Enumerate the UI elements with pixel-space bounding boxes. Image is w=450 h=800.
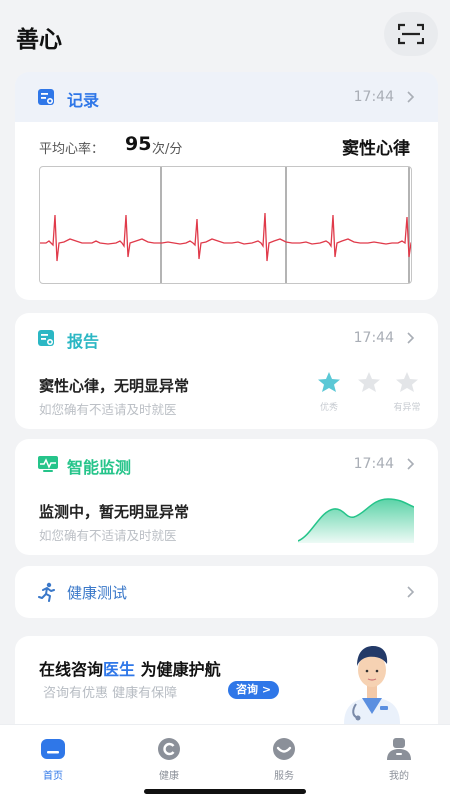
monitor-card-header[interactable]: 智能监测 17:44 <box>15 439 438 489</box>
running-icon <box>38 582 55 602</box>
record-icon <box>38 89 54 105</box>
tab-profile[interactable]: 我的 <box>369 737 429 782</box>
health-icon <box>158 738 180 760</box>
app-title: 善心 <box>16 27 62 53</box>
record-title: 记录 <box>67 91 100 110</box>
monitor-trend-wave <box>298 498 414 543</box>
tab-home-label: 首页 <box>43 771 63 782</box>
health-test-card[interactable]: 健康测试 <box>15 566 438 618</box>
tab-health-label: 健康 <box>159 771 179 782</box>
rhythm-result: 窦性心律 <box>342 139 410 159</box>
rating-star-3: 有异常 <box>392 371 422 413</box>
chevron-right-icon <box>407 332 415 344</box>
consult-title-highlight: 医生 <box>103 660 136 679</box>
tab-home[interactable]: 首页 <box>23 737 83 782</box>
avg-hr-value: 95 <box>125 133 152 155</box>
rating-label-abnormal: 有异常 <box>393 403 421 413</box>
scan-icon <box>398 23 424 45</box>
home-icon <box>41 739 65 759</box>
consult-banner[interactable]: 在线咨询医生 为健康护航 咨询有优惠 健康有保障 咨询 > <box>15 636 438 724</box>
avg-hr-unit: 次/分 <box>152 142 183 157</box>
report-title: 报告 <box>67 332 100 351</box>
consult-subtitle: 咨询有优惠 健康有保障 <box>43 686 178 701</box>
health-test-title: 健康测试 <box>67 584 128 602</box>
tab-health[interactable]: 健康 <box>139 737 199 782</box>
monitor-icon <box>38 456 58 472</box>
star-icon <box>358 372 380 392</box>
profile-icon <box>387 738 411 760</box>
report-result: 窦性心律，无明显异常 <box>39 377 190 395</box>
rating-star-2 <box>354 371 384 400</box>
record-card[interactable]: 记录 17:44 平均心率： 95 次/分 窦性心律 <box>15 72 438 300</box>
tab-service-label: 服务 <box>274 771 294 782</box>
tab-service[interactable]: 服务 <box>254 737 314 782</box>
home-indicator <box>144 789 306 794</box>
star-icon <box>396 372 418 392</box>
report-advice: 如您确有不适请及时就医 <box>39 402 177 417</box>
report-icon <box>38 330 54 346</box>
chevron-right-icon <box>407 458 415 470</box>
rating-label-good: 优秀 <box>319 403 338 413</box>
consult-title: 在线咨询医生 为健康护航 <box>39 656 221 680</box>
report-card-header[interactable]: 报告 17:44 <box>15 313 438 363</box>
monitor-card[interactable]: 智能监测 17:44 监测中，暂无明显异常 如您确有不适请及时就医 <box>15 439 438 555</box>
rating-stars: 优秀 有异常 <box>314 371 424 421</box>
consult-title-suffix: 为健康护航 <box>135 660 221 679</box>
tab-profile-label: 我的 <box>389 771 409 782</box>
chevron-right-icon <box>407 91 415 103</box>
rating-star-1: 优秀 <box>314 371 344 413</box>
report-card[interactable]: 报告 17:44 窦性心律，无明显异常 如您确有不适请及时就医 优秀 有异常 <box>15 313 438 429</box>
monitor-title: 智能监测 <box>67 458 132 477</box>
monitor-advice: 如您确有不适请及时就医 <box>39 528 177 543</box>
consult-title-prefix: 在线咨询 <box>39 660 104 679</box>
chevron-right-icon <box>407 586 415 598</box>
service-icon <box>273 738 295 760</box>
scan-button[interactable] <box>384 12 438 56</box>
ecg-waveform <box>40 167 411 283</box>
record-body: 平均心率： 95 次/分 窦性心律 <box>15 122 438 300</box>
top-bar: 善心 <box>0 0 450 66</box>
star-icon <box>318 372 340 392</box>
report-time: 17:44 <box>353 330 394 346</box>
consult-button[interactable]: 咨询 > <box>228 681 280 699</box>
avg-hr-label: 平均心率： <box>39 142 105 157</box>
monitor-status: 监测中，暂无明显异常 <box>39 503 190 521</box>
monitor-time: 17:44 <box>353 456 394 472</box>
record-time: 17:44 <box>353 89 394 105</box>
record-card-header[interactable]: 记录 17:44 <box>15 72 438 122</box>
ecg-strip[interactable] <box>39 166 412 284</box>
doctor-illustration <box>344 646 400 724</box>
